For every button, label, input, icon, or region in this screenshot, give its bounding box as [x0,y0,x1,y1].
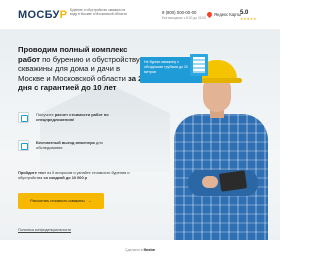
logo-main: МОСБУ [18,9,60,21]
feature-text: Бесплатный выезд инженера для обследован… [18,140,118,150]
worker-hand [202,176,218,188]
quiz-description: Пройдите тест из 5 вопросов и узнайте ст… [18,170,148,181]
made-with-note[interactable]: Сделано в flexbe [0,247,280,252]
site-footer: Сделано в flexbe [0,240,280,280]
house-background-image [40,82,170,172]
logo[interactable]: МОСБУР [18,9,67,21]
document-icon [18,112,29,123]
rating-value: 5.0 [240,10,249,16]
quiz-bold: Пройдите тест [18,170,47,175]
tablet-icon [218,170,248,192]
promo-pipe-icon [190,54,208,76]
engineer-icon [18,140,29,151]
rating-stars-icon: ★★★★★ [240,17,257,21]
site-header: МОСБУР Бурение и обустройство скважин на… [0,0,280,30]
feature-item-engineer: Бесплатный выезд инженера для обследован… [18,140,118,151]
feature-text: Получите расчет стоимости работ по спецп… [18,112,118,122]
quiz-bold-2: со скидкой до 10 000 р [43,175,88,181]
worker-face [203,78,231,112]
yandex-maps-label: Яндекс Карты [214,12,242,17]
calculate-cost-button[interactable]: Рассчитать стоимость скважины → [18,193,104,209]
privacy-policy-link[interactable]: Политика конфиденциальности [18,228,71,232]
work-schedule: Без выходных с 8:00 до 22:00 [162,16,206,20]
yandex-maps-link[interactable]: Яндекс Карты [205,10,242,19]
arrow-right-icon: → [87,198,92,203]
logo-accent: Р [59,9,68,21]
hero-headline: Проводим полный комплекс работ по бурени… [18,45,148,93]
logo-tagline: Бурение и обустройство скважин на воду в… [70,8,127,17]
footer-prefix: Сделано в [124,248,144,252]
cta-label: Рассчитать стоимость скважины [30,199,85,203]
feature-item-estimate: Получите расчет стоимости работ по спецп… [18,112,118,123]
flexbe-logo: flexbe [143,247,156,252]
map-pin-icon [205,10,214,19]
phone-number[interactable]: 8 (800) 000-00-00 [162,10,196,15]
